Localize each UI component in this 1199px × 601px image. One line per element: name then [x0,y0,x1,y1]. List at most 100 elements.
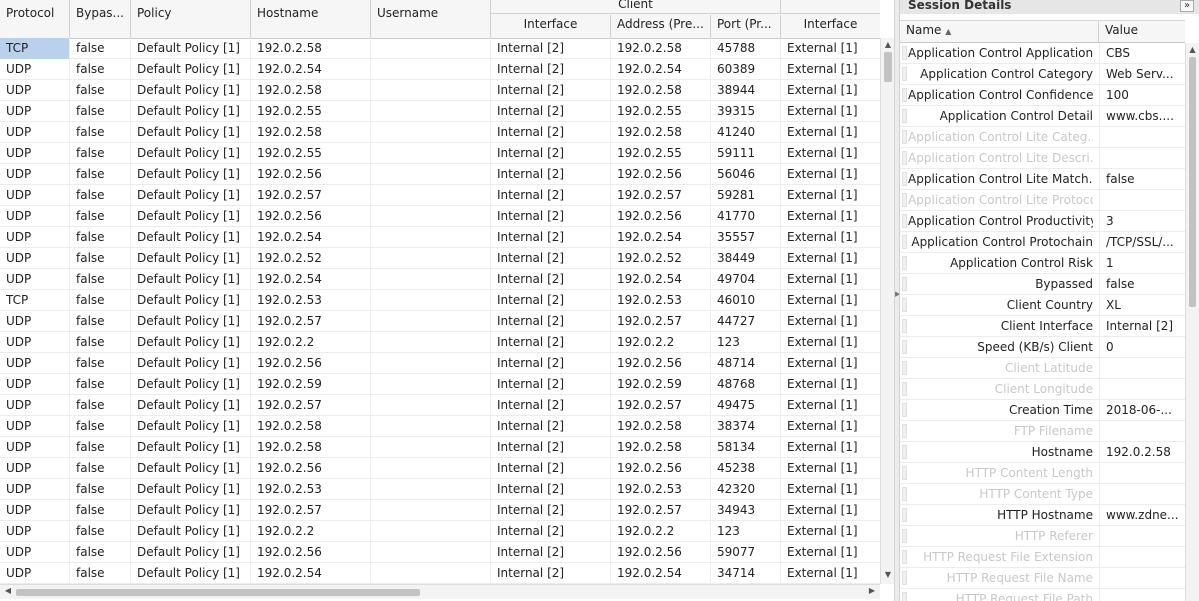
details-row[interactable]: Application Control Lite Categ... [900,127,1185,148]
grid-vertical-scroll-thumb[interactable] [884,52,892,82]
scroll-up-icon[interactable]: ▲ [881,40,895,49]
table-row[interactable]: UDP false Default Policy [1] 192.0.2.57 Inte… [0,311,880,332]
details-row[interactable]: Creation Time 2018-06-... [900,400,1185,421]
table-row[interactable]: UDP false Default Policy [1] 192.0.2.54 Inte… [0,563,880,584]
cell-bypassed: false [70,521,131,542]
table-row[interactable]: TCP false Default Policy [1] 192.0.2.58 Inte… [0,38,880,59]
table-row[interactable]: UDP false Default Policy [1] 192.0.2.59 Inte… [0,374,880,395]
cell-protocol: UDP [0,332,70,353]
details-row-name: Bypassed [1035,277,1093,291]
table-row[interactable]: UDP false Default Policy [1] 192.0.2.56 Inte… [0,206,880,227]
details-row[interactable]: Application Control Protochain/TCP/SSL/.… [900,232,1185,253]
column-client-address[interactable]: Address (Pre... [611,15,711,38]
grid-horizontal-scroll-thumb[interactable] [16,589,420,596]
table-row[interactable]: UDP false Default Policy [1] 192.0.2.54 Inte… [0,227,880,248]
details-row[interactable]: Speed (KB/s) Client 0 [900,337,1185,358]
cell-server-interface: External [1] [787,167,858,181]
table-row[interactable]: UDP false Default Policy [1] 192.0.2.2 Inter… [0,521,880,542]
table-row[interactable]: UDP false Default Policy [1] 192.0.2.58 Inte… [0,80,880,101]
details-row[interactable]: Client Interface Internal [2] [900,316,1185,337]
column-username[interactable]: Username [371,0,491,38]
details-row[interactable]: HTTP Content Length [900,463,1185,484]
cell-client-port: 56046 [711,164,781,185]
table-row[interactable]: TCP false Default Policy [1] 192.0.2.53 Inte… [0,290,880,311]
details-row[interactable]: HTTP Hostname www.zdne... [900,505,1185,526]
grid-vertical-scrollbar[interactable]: ▲ ▼ [880,38,895,584]
scroll-down-icon[interactable]: ▼ [881,570,895,579]
cell-policy: Default Policy [1] [131,374,251,395]
details-row[interactable]: Application Control Category Web Serv... [900,64,1185,85]
table-row[interactable]: UDP false Default Policy [1] 192.0.2.56 Inte… [0,164,880,185]
details-scroll-up-icon[interactable]: ▲ [1186,45,1199,54]
cell-client-interface: Internal [2] [491,521,611,542]
table-row[interactable]: UDP false Default Policy [1] 192.0.2.54 Inte… [0,269,880,290]
cell-protocol: UDP [0,395,70,416]
table-row[interactable]: UDP false Default Policy [1] 192.0.2.52 Inte… [0,248,880,269]
column-protocol[interactable]: Protocol [0,0,70,38]
details-row[interactable]: Application Control Productivity 3 [900,211,1185,232]
cell-protocol: UDP [0,206,70,227]
cell-username [371,143,491,164]
table-row[interactable]: UDP false Default Policy [1] 192.0.2.57 Inte… [0,185,880,206]
table-row[interactable]: UDP false Default Policy [1] 192.0.2.58 Inte… [0,122,880,143]
details-row[interactable]: Application Control Risk 1 [900,253,1185,274]
cell-client-port: 59077 [711,542,781,563]
details-row[interactable]: Client Longitude [900,379,1185,400]
table-row[interactable]: UDP false Default Policy [1] 192.0.2.2 Inter… [0,332,880,353]
cell-protocol: UDP [0,311,70,332]
table-row[interactable]: UDP false Default Policy [1] 192.0.2.57 Inte… [0,500,880,521]
table-row[interactable]: UDP false Default Policy [1] 192.0.2.57 Inte… [0,395,880,416]
details-vertical-scrollbar[interactable]: ▲ [1185,43,1199,601]
details-row[interactable]: HTTP Request File Extension [900,547,1185,568]
table-row[interactable]: UDP false Default Policy [1] 192.0.2.56 Inte… [0,542,880,563]
table-row[interactable]: UDP false Default Policy [1] 192.0.2.58 Inte… [0,437,880,458]
table-row[interactable]: UDP false Default Policy [1] 192.0.2.54 Inte… [0,59,880,80]
scroll-right-icon[interactable]: ▶ [865,586,879,595]
cell-username [371,437,491,458]
details-row[interactable]: Application Control Lite Match... false [900,169,1185,190]
details-row[interactable]: Client Latitude [900,358,1185,379]
details-row[interactable]: Application Control Lite Descri... [900,148,1185,169]
column-server-interface[interactable]: Interface [781,15,880,38]
details-row[interactable]: Application Control Application CBS [900,43,1185,64]
details-row[interactable]: Client Country XL [900,295,1185,316]
details-row[interactable]: Application Control Lite Protocol [900,190,1185,211]
table-row[interactable]: UDP false Default Policy [1] 192.0.2.53 Inte… [0,479,880,500]
table-row[interactable]: UDP false Default Policy [1] 192.0.2.58 Inte… [0,416,880,437]
details-row[interactable]: HTTP Referer [900,526,1185,547]
table-row[interactable]: UDP false Default Policy [1] 192.0.2.56 Inte… [0,353,880,374]
cell-username [371,80,491,101]
details-row[interactable]: HTTP Request File Name [900,568,1185,589]
column-group-server [781,0,880,14]
cell-policy: Default Policy [1] [131,311,251,332]
details-row[interactable]: Application Control Detail www.cbs.... [900,106,1185,127]
details-column-value[interactable]: Value [1099,21,1185,42]
details-row[interactable]: Application Control Confidence 100 [900,85,1185,106]
row-marker [902,445,907,459]
column-bypassed[interactable]: Bypas... [70,0,131,38]
grid-horizontal-scrollbar[interactable]: ◀ ▶ [0,584,880,599]
details-row[interactable]: FTP Filename [900,421,1185,442]
table-row[interactable]: UDP false Default Policy [1] 192.0.2.56 Inte… [0,458,880,479]
cell-client-port: 35557 [711,227,781,248]
double-chevron-right-icon[interactable]: » [1180,0,1194,12]
cell-client-interface: Internal [2] [491,458,611,479]
column-policy[interactable]: Policy [131,0,251,38]
column-client-interface[interactable]: Interface [491,15,611,38]
cell-client-port: 39315 [711,101,781,122]
table-row[interactable]: UDP false Default Policy [1] 192.0.2.55 Inte… [0,143,880,164]
details-row[interactable]: Bypassed false [900,274,1185,295]
details-row[interactable]: Hostname 192.0.2.58 [900,442,1185,463]
row-marker [902,382,907,396]
details-row[interactable]: HTTP Content Type [900,484,1185,505]
details-column-name[interactable]: Name ▲ [900,21,1099,42]
cell-bypassed: false [70,101,131,122]
scroll-left-icon[interactable]: ◀ [1,586,15,595]
column-hostname[interactable]: Hostname [251,0,371,38]
column-client-port[interactable]: Port (Pr... [711,15,781,38]
details-vertical-scroll-thumb[interactable] [1189,57,1196,307]
details-row[interactable]: HTTP Request File Path [900,589,1185,601]
table-row[interactable]: UDP false Default Policy [1] 192.0.2.55 Inte… [0,101,880,122]
cell-server-interface: External [1] [787,503,858,517]
cell-hostname: 192.0.2.53 [251,290,371,311]
